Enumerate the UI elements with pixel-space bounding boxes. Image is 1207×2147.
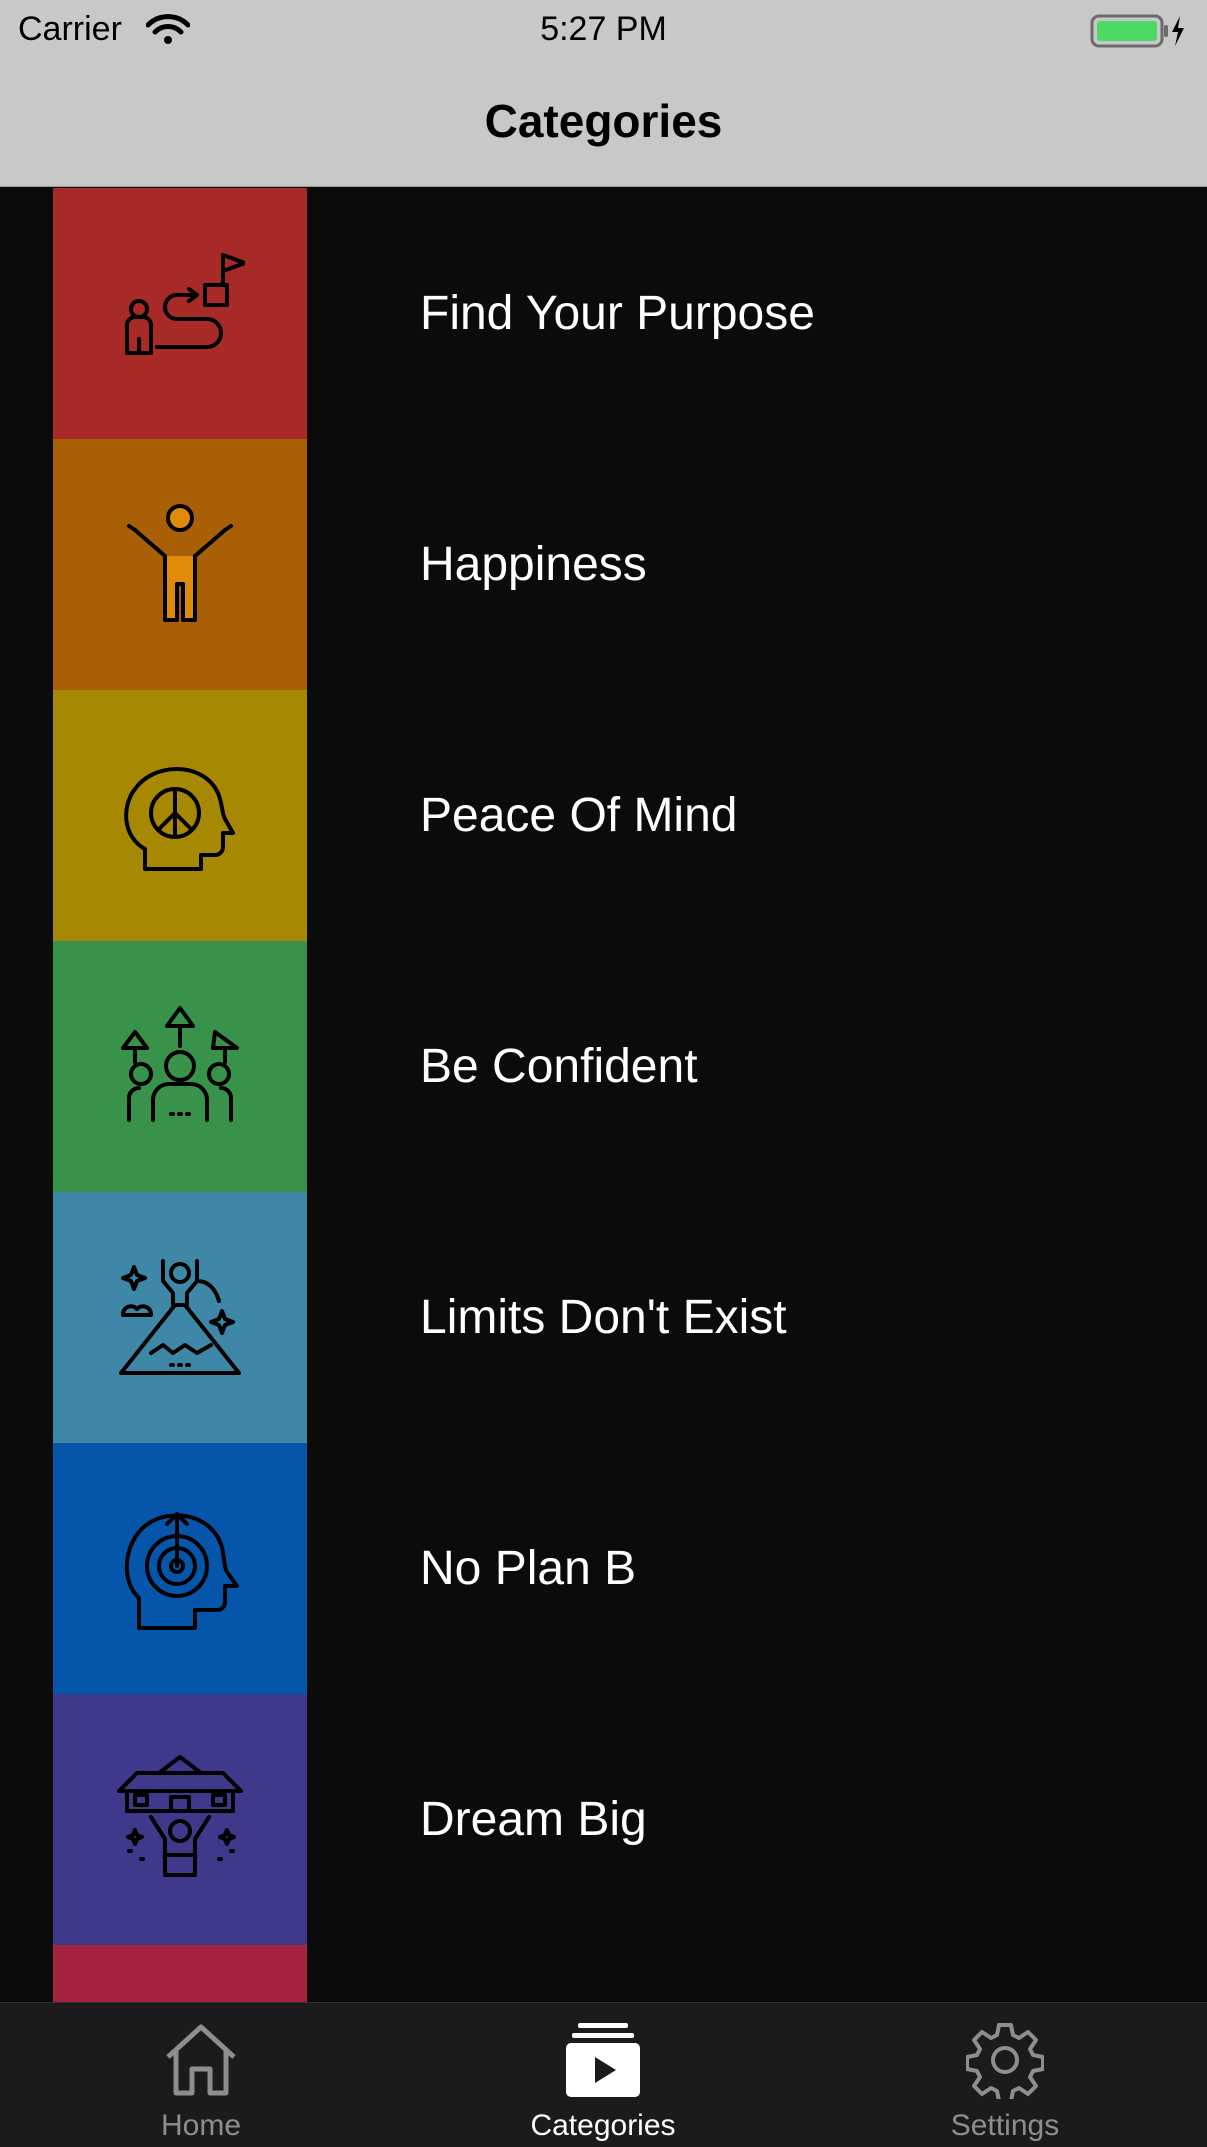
tab-bar: Home Categories Settings	[0, 2002, 1207, 2147]
gear-icon	[966, 2023, 1044, 2099]
category-tile	[53, 941, 307, 1192]
navigation-bar: Categories	[0, 60, 1207, 187]
category-list[interactable]: Find Your Purpose Happiness Peace Of Min…	[0, 188, 1207, 2002]
home-icon	[166, 2024, 236, 2096]
tab-label: Home	[160, 2109, 242, 2142]
category-row-dream-big[interactable]: Dream Big	[0, 1694, 1207, 1945]
category-row-happiness[interactable]: Happiness	[0, 439, 1207, 690]
category-label: Limits Don't Exist	[420, 1291, 787, 1344]
category-tile	[53, 690, 307, 941]
category-label: Be Confident	[420, 1040, 698, 1093]
category-tile	[53, 439, 307, 690]
category-tile	[53, 188, 307, 439]
category-row-peace-of-mind[interactable]: Peace Of Mind	[0, 690, 1207, 941]
confident-group-icon	[121, 1005, 239, 1122]
category-tile	[53, 1443, 307, 1694]
category-row-be-confident[interactable]: Be Confident	[0, 941, 1207, 1192]
category-tile	[53, 1694, 307, 1945]
categories-icon	[566, 2023, 640, 2097]
tab-settings[interactable]: Settings	[804, 2003, 1206, 2147]
category-row-partial[interactable]	[0, 1945, 1207, 2002]
category-label: Peace Of Mind	[420, 789, 738, 842]
page-title: Categories	[484, 95, 723, 147]
category-label: Happiness	[420, 538, 647, 591]
happy-person-icon	[127, 503, 233, 622]
category-row-no-plan-b[interactable]: No Plan B	[0, 1443, 1207, 1694]
category-row-limits-dont-exist[interactable]: Limits Don't Exist	[0, 1192, 1207, 1443]
purpose-path-icon	[125, 252, 245, 355]
category-row-find-your-purpose[interactable]: Find Your Purpose	[0, 188, 1207, 439]
category-label: Find Your Purpose	[420, 287, 815, 340]
mountain-summit-icon	[119, 1258, 241, 1375]
status-bar: Carrier 5:27 PM	[0, 0, 1207, 60]
category-tile	[53, 1945, 307, 2002]
battery-icon	[1090, 14, 1184, 48]
dream-house-icon	[117, 1754, 243, 1877]
category-label: No Plan B	[420, 1542, 637, 1595]
target-head-icon	[125, 1511, 239, 1630]
peace-head-icon	[124, 766, 235, 871]
tab-home[interactable]: Home	[0, 2003, 402, 2147]
category-tile	[53, 1192, 307, 1443]
category-label: Dream Big	[420, 1793, 647, 1846]
tab-categories[interactable]: Categories	[402, 2003, 804, 2147]
tab-label: Settings	[950, 2109, 1060, 2142]
status-time: 5:27 PM	[540, 10, 667, 48]
tab-label: Categories	[530, 2109, 676, 2142]
